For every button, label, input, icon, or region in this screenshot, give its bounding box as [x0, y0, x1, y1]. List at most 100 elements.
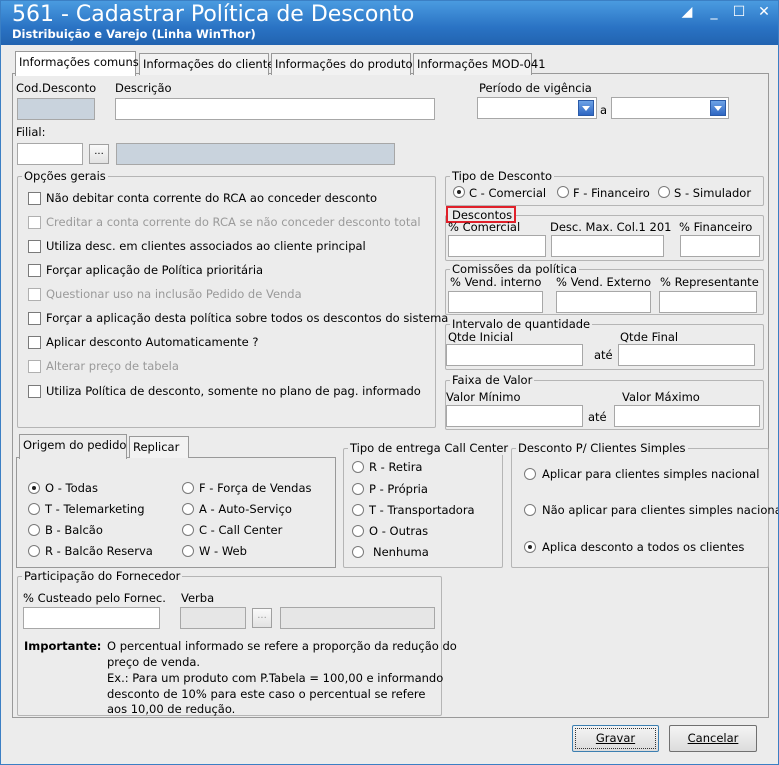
- entrega-radio[interactable]: [352, 483, 364, 495]
- qtde-ate-label: até: [594, 348, 613, 362]
- opcao-checkbox[interactable]: [28, 240, 41, 253]
- origem-radio[interactable]: [182, 524, 194, 536]
- gravar-label: Gravar: [595, 731, 636, 745]
- gravar-button[interactable]: Gravar: [572, 725, 659, 752]
- qtde-final-input[interactable]: [618, 344, 755, 366]
- pct-financeiro-label: % Financeiro: [679, 220, 753, 234]
- verba-search-button[interactable]: ...: [252, 608, 272, 628]
- comissoes-title: Comissões da política: [450, 262, 580, 276]
- custeado-label: % Custeado pelo Fornec.: [23, 591, 166, 605]
- origem-radio[interactable]: [182, 545, 194, 557]
- pct-financeiro-input[interactable]: [680, 235, 760, 257]
- origem-label: R - Balcão Reserva: [45, 544, 153, 558]
- entrega-radio[interactable]: [352, 546, 364, 558]
- tab-informacoes-comuns[interactable]: Informações comuns: [15, 51, 139, 76]
- entrega-radio[interactable]: [352, 525, 364, 537]
- origem-label: O - Todas: [45, 481, 98, 495]
- tipo-financeiro-radio[interactable]: [557, 186, 569, 198]
- opcao-checkbox: [28, 360, 41, 373]
- cancelar-label: Cancelar: [687, 731, 739, 745]
- minimize-icon[interactable]: _: [704, 5, 724, 19]
- periodo-inicio-select[interactable]: [477, 97, 597, 119]
- filial-input[interactable]: [17, 143, 83, 165]
- desc-max-input[interactable]: [551, 235, 664, 257]
- qtde-final-label: Qtde Final: [620, 330, 679, 344]
- opcao-label: Utiliza Política de desconto, somente no…: [46, 384, 421, 398]
- simples-radio[interactable]: [524, 468, 536, 480]
- tipo-comercial-radio[interactable]: [453, 186, 465, 198]
- representante-input[interactable]: [659, 291, 757, 313]
- valor-minimo-label: Valor Mínimo: [446, 390, 521, 404]
- maximize-icon[interactable]: ☐: [729, 5, 749, 19]
- importante-text-line: Ex.: Para um produto com P.Tabela = 100,…: [107, 671, 444, 685]
- entrega-label: T - Transportadora: [369, 503, 475, 517]
- entrega-label: Nenhuma: [373, 545, 429, 559]
- opcao-checkbox[interactable]: [28, 385, 41, 398]
- tipo-desconto-title: Tipo de Desconto: [450, 169, 555, 183]
- chevron-down-icon[interactable]: [578, 100, 594, 116]
- cancelar-button[interactable]: Cancelar: [669, 725, 757, 752]
- descricao-input[interactable]: [115, 98, 435, 120]
- chevron-down-icon[interactable]: [710, 100, 726, 116]
- cod-desconto-label: Cod.Desconto: [16, 81, 97, 95]
- simples-label: Aplica desconto a todos os clientes: [542, 540, 745, 554]
- vend-externo-input[interactable]: [556, 291, 651, 313]
- simples-label: Não aplicar para clientes simples nacion…: [542, 503, 779, 517]
- title-bar: 561 - Cadastrar Política de Desconto Dis…: [1, 1, 778, 45]
- window-title: 561 - Cadastrar Política de Desconto: [12, 2, 415, 27]
- origem-radio[interactable]: [182, 482, 194, 494]
- valor-maximo-input[interactable]: [614, 405, 760, 427]
- verba-label: Verba: [181, 591, 215, 605]
- origem-label: F - Força de Vendas: [199, 481, 312, 495]
- entrega-label: P - Própria: [369, 482, 428, 496]
- opcao-checkbox[interactable]: [28, 264, 41, 277]
- origem-label: A - Auto-Serviço: [199, 502, 292, 516]
- entrega-radio[interactable]: [352, 461, 364, 473]
- vend-interno-input[interactable]: [448, 291, 543, 313]
- tipo-comercial-label: C - Comercial: [469, 186, 547, 200]
- valor-minimo-input[interactable]: [446, 405, 583, 427]
- origem-radio[interactable]: [28, 545, 40, 557]
- desc-max-label: Desc. Max. Col.1 201: [550, 220, 672, 234]
- cod-desconto-input[interactable]: [17, 98, 95, 120]
- verba-input[interactable]: [180, 607, 246, 629]
- simples-label: Aplicar para clientes simples nacional: [542, 467, 760, 481]
- opcao-checkbox[interactable]: [28, 336, 41, 349]
- origem-radio[interactable]: [28, 482, 40, 494]
- representante-label: % Representante: [660, 275, 759, 289]
- tab-replicar[interactable]: Replicar: [129, 436, 189, 458]
- close-icon[interactable]: ✕: [754, 5, 774, 19]
- opcao-label: Creditar a conta corrente do RCA se não …: [46, 215, 421, 229]
- tab-informacoes-mod041[interactable]: Informações MOD-041: [413, 53, 546, 75]
- opcoes-gerais-title: Opções gerais: [22, 169, 108, 183]
- simples-radio[interactable]: [524, 504, 536, 516]
- tab-origem-pedido[interactable]: Origem do pedido: [19, 434, 127, 459]
- pct-comercial-label: % Comercial: [448, 220, 521, 234]
- entrega-radio[interactable]: [352, 504, 364, 516]
- tab-informacoes-cliente[interactable]: Informações do cliente: [139, 53, 274, 75]
- qtde-inicial-input[interactable]: [446, 344, 583, 366]
- tab-informacoes-produto[interactable]: Informações do produto: [271, 53, 413, 75]
- descricao-label: Descrição: [115, 81, 172, 95]
- simples-radio[interactable]: [524, 541, 536, 553]
- filial-name-field: [116, 143, 395, 165]
- window-subtitle: Distribuição e Varejo (Linha WinThor): [12, 27, 256, 41]
- pct-comercial-input[interactable]: [448, 235, 546, 257]
- tipo-simulador-radio[interactable]: [658, 186, 670, 198]
- origem-label: T - Telemarketing: [45, 502, 145, 516]
- origem-radio[interactable]: [28, 503, 40, 515]
- valor-ate-label: até: [588, 410, 607, 424]
- filial-search-button[interactable]: ...: [89, 144, 109, 164]
- opcao-checkbox[interactable]: [28, 312, 41, 325]
- opcao-checkbox[interactable]: [28, 192, 41, 205]
- origem-radio[interactable]: [28, 524, 40, 536]
- origem-label: B - Balcão: [45, 523, 103, 537]
- importante-text-line: aos 10,00 de redução.: [107, 702, 236, 716]
- edit-icon[interactable]: ◢: [677, 5, 697, 19]
- periodo-label: Período de vigência: [479, 81, 592, 95]
- intervalo-title: Intervalo de quantidade: [450, 317, 593, 331]
- periodo-fim-select[interactable]: [611, 97, 729, 119]
- origem-radio[interactable]: [182, 503, 194, 515]
- custeado-input[interactable]: [23, 607, 160, 629]
- tipo-simulador-label: S - Simulador: [674, 186, 752, 200]
